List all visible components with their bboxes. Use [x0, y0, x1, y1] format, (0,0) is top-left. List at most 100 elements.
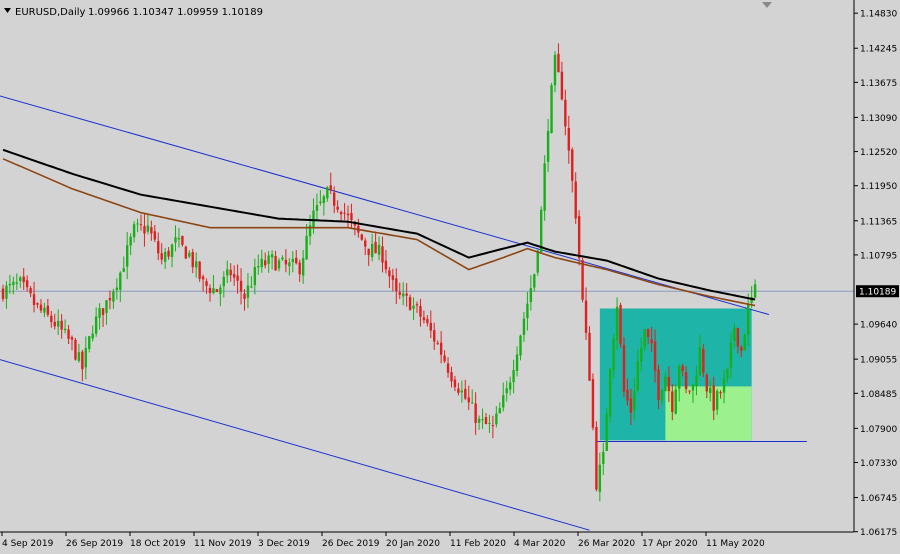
candle-bear [36, 303, 39, 305]
candle-bear [295, 257, 298, 264]
candle-bull [691, 384, 695, 391]
chart-window[interactable]: 1.14830 1.14245 1.13675 1.13090 1.12520 1.119… [0, 0, 900, 554]
candle-bull [126, 245, 129, 267]
candle-bull [698, 347, 702, 376]
candle-bull [319, 201, 322, 204]
candle-bear [364, 240, 367, 247]
zone-rect-1 [665, 386, 752, 441]
candle-bull [163, 251, 167, 262]
candle-bull [12, 281, 15, 286]
candle-bear [622, 344, 626, 392]
candle-bull [260, 258, 263, 268]
candle-bull [222, 276, 225, 287]
candle-bear [239, 280, 243, 292]
candle-bear [567, 128, 570, 151]
candle-bear [419, 305, 422, 317]
candle-bull [533, 274, 536, 288]
candle-bear [46, 305, 50, 315]
candle-bull [177, 237, 181, 240]
candle-bull [536, 250, 539, 273]
candle-bear [443, 355, 446, 362]
candle-bear [684, 371, 688, 390]
candle-bull [488, 422, 491, 424]
candle-bull [498, 408, 501, 414]
candle-bull [43, 307, 46, 313]
candle-bull [212, 288, 215, 294]
candle-bear [232, 274, 236, 278]
candle-bear [457, 388, 460, 393]
candle-bear [705, 374, 708, 392]
candle-bull [664, 376, 667, 392]
candle-bull [98, 308, 101, 318]
candle-bear [60, 320, 63, 330]
candle-bull [19, 277, 22, 281]
candle-bear [339, 211, 343, 215]
candle-bull [550, 85, 553, 134]
candlestick-chart[interactable]: 1.14830 1.14245 1.13675 1.13090 1.12520 1.119… [0, 0, 900, 554]
candle-bull [308, 225, 312, 237]
candle-bull [226, 269, 229, 276]
candle-bear [560, 71, 564, 100]
candle-bear [229, 269, 232, 276]
candle-bear [360, 234, 363, 240]
candle-bull [105, 300, 108, 313]
price-tick-label: 1.14830 [860, 10, 897, 20]
candle-bull [257, 265, 260, 268]
time-tick-label: 26 Sep 2019 [66, 539, 123, 549]
candle-bear [571, 149, 574, 181]
axis-layer: 1.14830 1.14245 1.13675 1.13090 1.12520 1.119… [0, 0, 899, 549]
candle-bear [681, 365, 684, 371]
candle-bull [460, 390, 464, 393]
candle-bear [429, 322, 432, 331]
candle-bull [188, 252, 191, 257]
candle-bear [101, 308, 105, 315]
candle-bear [629, 398, 633, 413]
candle-bull [88, 336, 91, 350]
candle-bull [753, 284, 757, 298]
candle-bull [94, 316, 98, 334]
candle-bull [312, 210, 315, 228]
candle-bull [715, 391, 719, 410]
candle-bull [481, 419, 484, 421]
price-tick-label: 1.12520 [860, 148, 897, 158]
candle-bull [370, 243, 374, 258]
candle-bear [584, 300, 588, 333]
candle-bear [446, 363, 450, 373]
candle-bear [384, 260, 388, 270]
time-tick-label: 26 Mar 2020 [578, 539, 635, 549]
candle-bear [167, 250, 170, 257]
candle-bear [74, 339, 77, 360]
candle-bear [667, 377, 671, 392]
candle-bear [484, 417, 488, 424]
candle-bull [246, 285, 250, 298]
price-tick-label: 1.07900 [860, 425, 897, 435]
candle-bull [288, 262, 291, 267]
candle-bull [508, 382, 512, 390]
candle-bear [408, 297, 412, 311]
candle-bear [439, 342, 443, 355]
candle-bear [1, 288, 5, 299]
candle-bull [84, 348, 87, 368]
zones-layer [599, 308, 752, 441]
candle-bear [577, 216, 581, 259]
candle-bull [633, 390, 636, 411]
time-tick-label: 3 Dec 2019 [258, 539, 310, 549]
candle-bull [695, 375, 698, 387]
candle-bear [374, 241, 377, 254]
candle-bear [398, 292, 401, 295]
candle-bull [377, 244, 381, 255]
candle-bull [402, 293, 405, 297]
candle-bull [281, 257, 284, 260]
candle-bear [422, 317, 426, 321]
candle-bull [515, 354, 519, 371]
candle-bull [291, 258, 294, 263]
candle-bear [143, 226, 146, 234]
candle-bear [329, 185, 332, 191]
price-tick-label: 1.09055 [860, 356, 897, 366]
price-tick-label: 1.06745 [860, 494, 897, 504]
candle-bear [264, 260, 267, 266]
candle-bull [15, 282, 18, 284]
candle-bull [519, 335, 522, 356]
candle-bear [574, 181, 577, 219]
candle-bear [198, 261, 201, 279]
